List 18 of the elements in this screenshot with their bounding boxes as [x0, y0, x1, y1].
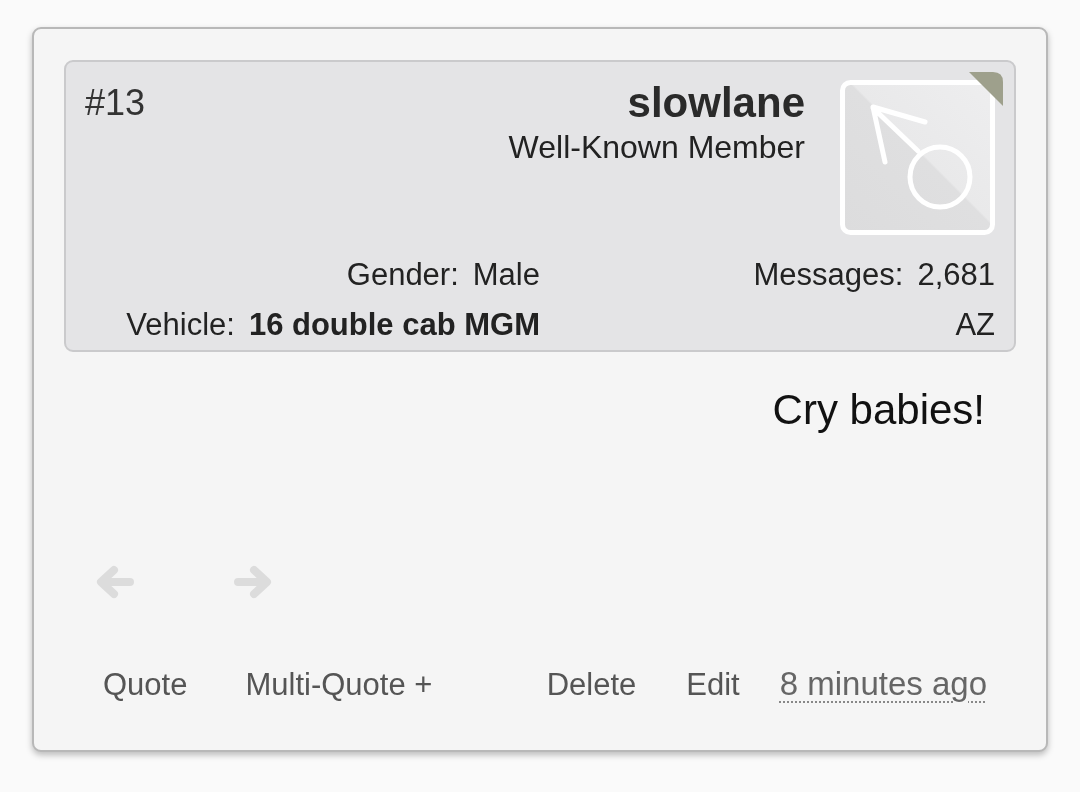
user-title: Well-Known Member [508, 128, 805, 166]
stat-value: 16 double cab MGM [248, 306, 540, 344]
post-message: Cry babies! [772, 385, 985, 435]
corner-triangle-icon [969, 72, 1003, 106]
post-action-link[interactable]: Delete [546, 665, 637, 705]
post-date-link[interactable]: 8 minutes ago [779, 664, 987, 704]
post-number-link[interactable]: #13 [85, 82, 146, 124]
stat-value: 2,681 [917, 256, 995, 294]
quote-action-link[interactable]: Quote [103, 665, 188, 705]
stat-label: Gender: [346, 256, 459, 294]
stat-label: Messages: [753, 256, 904, 294]
stat-value: Male [472, 256, 540, 294]
post-action-link[interactable]: Edit [686, 665, 740, 705]
stat-value: AZ [955, 306, 995, 344]
male-symbol-avatar-icon[interactable] [840, 80, 995, 235]
quote-action-link[interactable]: Multi-Quote + [245, 665, 433, 705]
stat-label: Vehicle: [126, 306, 235, 344]
author-name[interactable]: slowlane [627, 80, 805, 126]
